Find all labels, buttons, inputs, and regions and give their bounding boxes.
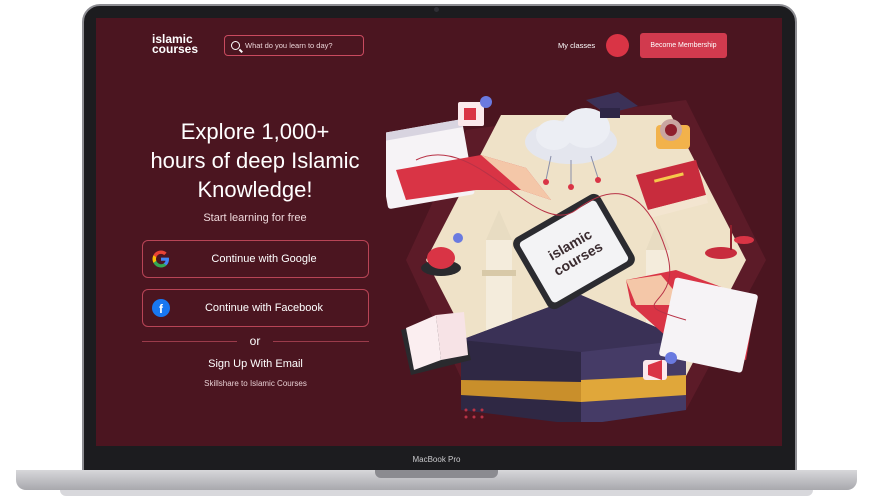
continue-facebook-button[interactable]: f Continue with Facebook [142, 289, 369, 327]
continue-facebook-label: Continue with Facebook [204, 302, 323, 314]
search-box[interactable] [224, 35, 364, 56]
become-membership-button[interactable]: Become Membership [640, 33, 727, 58]
laptop-base-shadow [60, 490, 813, 496]
divider-right [273, 341, 369, 342]
camera [434, 7, 439, 12]
device-model-label: MacBook Pro [412, 455, 461, 464]
hero-title: Explore 1,000+ hours of deep Islamic Kno… [134, 117, 376, 204]
divider-left [142, 341, 237, 342]
logo[interactable]: islamic courses [152, 33, 199, 56]
my-classes-link[interactable]: My classes [558, 41, 595, 50]
logo-line2: courses [152, 42, 199, 56]
signup-email-link[interactable]: Sign Up With Email [142, 358, 369, 370]
search-icon [231, 41, 240, 50]
dot-pattern [464, 408, 484, 419]
google-icon [152, 250, 169, 268]
search-input[interactable] [245, 41, 363, 50]
hero-title-line3: Knowledge! [197, 177, 313, 202]
facebook-icon: f [152, 299, 170, 317]
hero-title-line1: Explore 1,000+ [180, 119, 330, 144]
continue-google-label: Continue with Google [211, 253, 317, 265]
or-separator: or [249, 334, 261, 348]
hero-subtitle: Start learning for free [203, 212, 307, 224]
skillshare-text: Skillshare to Islamic Courses [204, 379, 307, 388]
hero-title-line2: hours of deep Islamic [150, 148, 360, 173]
notebook-icon [458, 96, 492, 126]
laptop-notch [375, 470, 498, 478]
hero-illustration: islamic courses [386, 92, 766, 422]
screen: islamic courses My classes Become Member… [96, 18, 782, 446]
continue-google-button[interactable]: Continue with Google [142, 240, 369, 278]
avatar[interactable] [606, 34, 629, 57]
